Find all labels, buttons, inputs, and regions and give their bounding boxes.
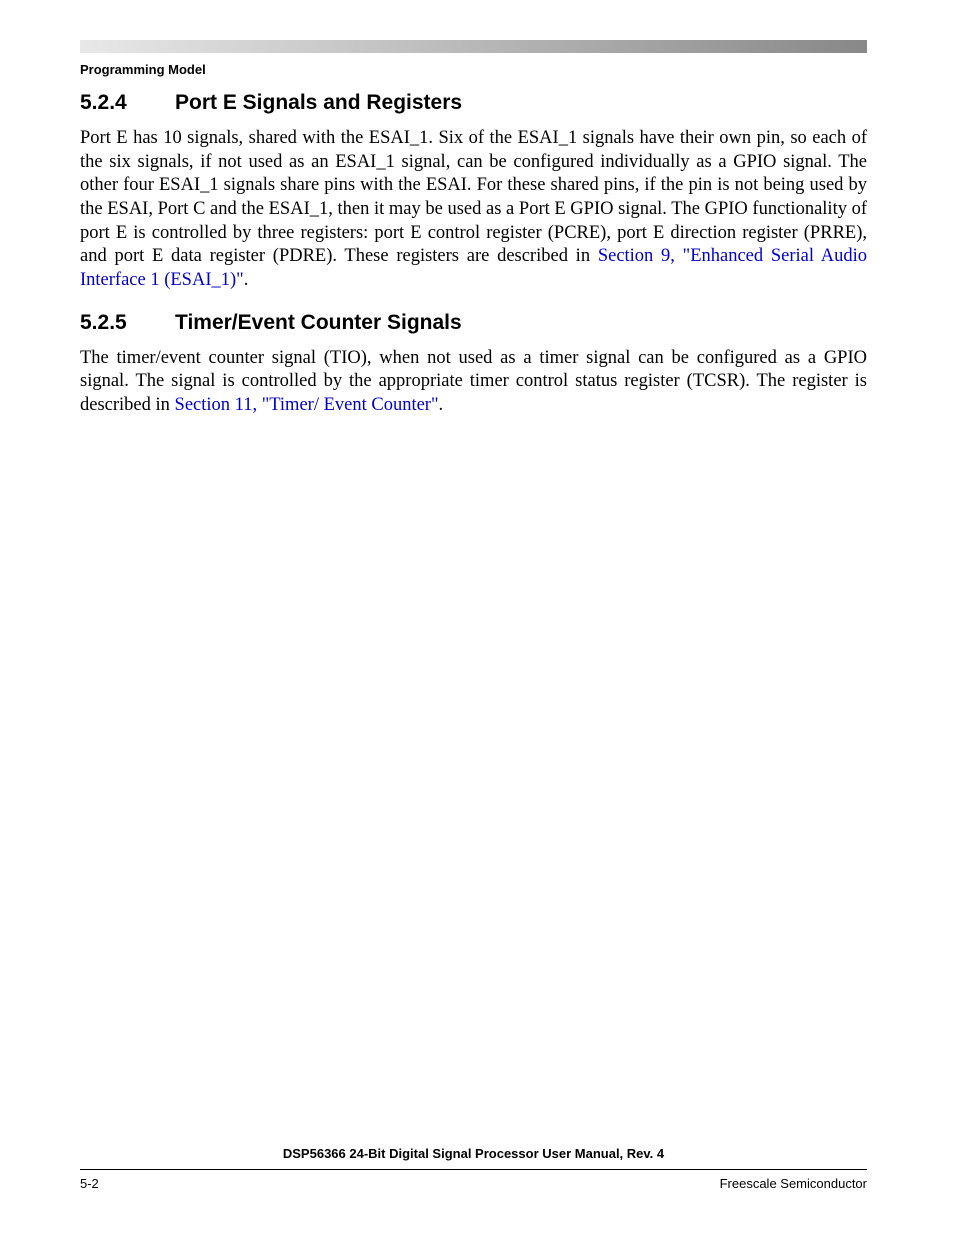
section-title: Port E Signals and Registers	[175, 91, 462, 115]
header-gradient-bar	[80, 40, 867, 53]
footer-doc-title: DSP56366 24-Bit Digital Signal Processor…	[80, 1146, 867, 1161]
section-body-525: The timer/event counter signal (TIO), wh…	[80, 347, 867, 418]
section-heading-525: 5.2.5 Timer/Event Counter Signals	[80, 311, 867, 335]
page-number: 5-2	[80, 1176, 99, 1191]
running-header: Programming Model	[80, 62, 867, 77]
body-text-post: .	[439, 395, 444, 415]
company-name: Freescale Semiconductor	[720, 1176, 867, 1191]
body-text-post: .	[244, 270, 249, 290]
footer-row: 5-2 Freescale Semiconductor	[80, 1176, 867, 1191]
section-heading-524: 5.2.4 Port E Signals and Registers	[80, 91, 867, 115]
page-content: Programming Model 5.2.4 Port E Signals a…	[80, 62, 867, 436]
section-number: 5.2.4	[80, 91, 175, 115]
section-body-524: Port E has 10 signals, shared with the E…	[80, 127, 867, 293]
page-footer: DSP56366 24-Bit Digital Signal Processor…	[80, 1146, 867, 1191]
section-number: 5.2.5	[80, 311, 175, 335]
cross-reference-link[interactable]: Section 11, "Timer/ Event Counter"	[175, 395, 439, 415]
section-title: Timer/Event Counter Signals	[175, 311, 462, 335]
footer-rule	[80, 1169, 867, 1170]
